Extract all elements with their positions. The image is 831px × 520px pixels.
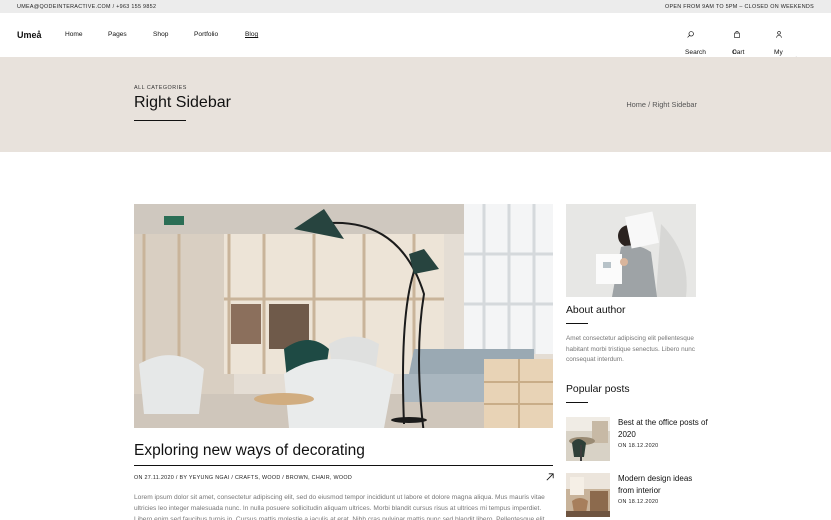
search-label: Search <box>685 49 706 56</box>
title-underline <box>134 120 186 121</box>
opening-hours: OPEN FROM 9AM TO 5PM – CLOSED ON WEEKEND… <box>665 3 814 10</box>
popular-post-date: ON 18.12.2020 <box>618 443 659 449</box>
nav-blog[interactable]: Blog <box>245 31 258 38</box>
popular-post-thumbnail[interactable] <box>566 417 610 461</box>
shopping-bag-icon <box>734 31 740 38</box>
search-button[interactable]: Search <box>685 31 706 56</box>
search-icon <box>687 31 694 38</box>
page-title-area: ALL CATEGORIES Right Sidebar Home / Righ… <box>0 57 831 152</box>
nav-pages[interactable]: Pages <box>108 31 127 38</box>
post-meta: ON 27.11.2020 / BY YEYUNG NGAI / CRAFTS,… <box>134 475 353 481</box>
about-author-heading: About author <box>566 305 626 316</box>
popular-heading-underline <box>566 402 588 403</box>
author-image <box>566 204 696 297</box>
page-title: Right Sidebar <box>134 94 231 111</box>
nav-shop[interactable]: Shop <box>153 31 168 38</box>
office-thumbnail <box>566 417 610 461</box>
post-featured-image[interactable] <box>134 204 553 428</box>
site-logo[interactable]: Umeå <box>17 30 42 40</box>
my-account-button[interactable]: My account <box>774 31 797 63</box>
cart-button[interactable]: Cart 0 <box>732 31 744 56</box>
interior-thumbnail <box>566 473 610 517</box>
contact-info[interactable]: UMEA@QODEINTERACTIVE.COM / +963 155 9852 <box>17 4 156 10</box>
popular-post-title[interactable]: Best at the office posts of 2020 <box>618 417 708 440</box>
popular-post-item[interactable]: Best at the office posts of 2020 ON 18.1… <box>566 417 708 461</box>
arrow-up-right-icon[interactable] <box>546 473 554 481</box>
post-excerpt: Lorem ipsum dolor sit amet, consectetur … <box>134 494 545 520</box>
popular-posts-heading: Popular posts <box>566 384 630 395</box>
breadcrumb-home[interactable]: Home <box>626 100 646 109</box>
breadcrumb-current: Right Sidebar <box>652 100 697 109</box>
popular-post-thumbnail[interactable] <box>566 473 610 517</box>
popular-post-item[interactable]: Modern design ideas from interior ON 18.… <box>566 473 706 517</box>
author-photo <box>566 204 696 297</box>
user-icon <box>776 31 782 38</box>
breadcrumb: Home / Right Sidebar <box>626 100 697 109</box>
top-info-bar: UMEA@QODEINTERACTIVE.COM / +963 155 9852… <box>0 0 831 13</box>
about-author-text: Amet consectetur adipiscing elit pellent… <box>566 335 695 363</box>
post-title-divider <box>134 465 553 466</box>
breadcrumb-separator: / <box>648 100 651 109</box>
popular-post-date: ON 18.12.2020 <box>618 499 659 505</box>
category-label[interactable]: ALL CATEGORIES <box>134 85 187 91</box>
post-title[interactable]: Exploring new ways of decorating <box>134 442 365 460</box>
cart-count: 0 <box>733 49 737 56</box>
nav-portfolio[interactable]: Portfolio <box>194 31 218 38</box>
nav-home[interactable]: Home <box>65 31 83 38</box>
popular-post-title[interactable]: Modern design ideas from interior <box>618 473 708 496</box>
interior-photo <box>134 204 553 428</box>
site-header: Umeå Home Pages Shop Portfolio Blog Sear… <box>0 13 831 63</box>
about-heading-underline <box>566 323 588 324</box>
